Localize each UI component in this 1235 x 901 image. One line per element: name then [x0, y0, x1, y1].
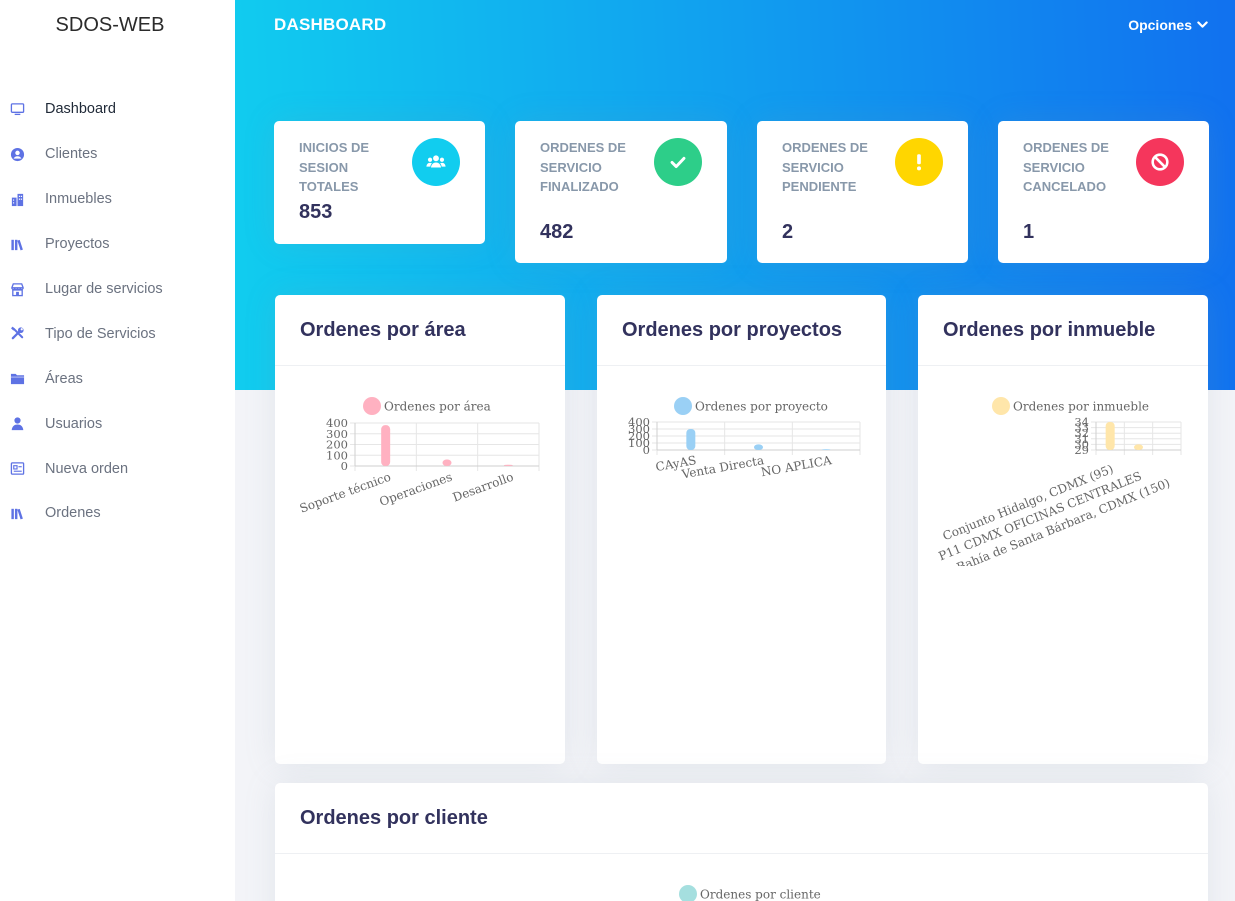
sidebar-nav: Dashboard Clientes Inmuebles Proyectos L…	[0, 87, 235, 536]
tools-icon	[9, 326, 25, 342]
stat-card-pendiente: ORDENES DE SERVICIO PENDIENTE 2	[757, 121, 968, 263]
sidebar-item-label: Tipo de Servicios	[45, 325, 156, 342]
card-header: Ordenes por área	[275, 295, 565, 366]
folder-icon	[9, 371, 25, 387]
x-tick-label: P11 CDMX OFICINAS CENTRALES	[936, 469, 1143, 564]
bar[interactable]	[503, 464, 513, 466]
legend-swatch[interactable]	[992, 397, 1010, 415]
stat-card-finalizado: ORDENES DE SERVICIO FINALIZADO 482	[515, 121, 727, 263]
card-title: Ordenes por proyectos	[622, 318, 843, 341]
card-ordenes-por-cliente: Ordenes por cliente Ordenes por cliente	[275, 783, 1208, 901]
books-icon	[9, 236, 25, 252]
y-tick-label: 400	[326, 416, 348, 430]
sidebar-item-label: Inmuebles	[45, 191, 112, 208]
card-header: Ordenes por proyectos	[597, 295, 886, 366]
bar[interactable]	[1134, 444, 1143, 450]
sidebar-item-tipo-de-servicios[interactable]: Tipo de Servicios	[0, 311, 235, 356]
bar[interactable]	[686, 429, 696, 450]
sidebar-item-clientes[interactable]: Clientes	[0, 132, 235, 177]
check-icon	[654, 138, 702, 186]
card-ordenes-por-inmueble: Ordenes por inmueble Ordenes por inmuebl…	[918, 295, 1208, 764]
chart-cliente: Ordenes por cliente	[679, 885, 821, 901]
sidebar-item-label: Áreas	[45, 370, 83, 387]
brand-logo[interactable]: SDOS-WEB	[0, 14, 220, 37]
users-icon	[412, 138, 460, 186]
legend-swatch[interactable]	[363, 397, 381, 415]
stat-card-cancelado: ORDENES DE SERVICIO CANCELADO 1	[998, 121, 1209, 263]
bar[interactable]	[754, 444, 763, 450]
sidebar-item-usuarios[interactable]: Usuarios	[0, 401, 235, 446]
card-title: Ordenes por inmueble	[943, 318, 1156, 341]
page-title: DASHBOARD	[274, 15, 387, 34]
sidebar-item-proyectos[interactable]: Proyectos	[0, 222, 235, 267]
stat-value: 1	[1023, 221, 1035, 243]
store-icon	[9, 281, 25, 297]
user-icon	[9, 416, 25, 432]
legend-label[interactable]: Ordenes por inmueble	[1013, 400, 1149, 414]
stat-label: ORDENES DE SERVICIO CANCELADO	[1023, 140, 1109, 195]
sidebar-item-label: Nueva orden	[45, 460, 129, 477]
legend-label[interactable]: Ordenes por proyecto	[695, 400, 828, 414]
bar[interactable]	[821, 449, 831, 450]
legend-swatch[interactable]	[679, 885, 697, 901]
sidebar-item-ordenes[interactable]: Ordenes	[0, 491, 235, 536]
y-tick-label: 34	[1074, 415, 1089, 429]
sidebar-item-nueva-orden[interactable]: Nueva orden	[0, 446, 235, 491]
chart-area: Ordenes por área0100200300400Soporte téc…	[298, 397, 540, 516]
card-ordenes-por-proyectos: Ordenes por proyectos Ordenes por proyec…	[597, 295, 886, 764]
chart-inmueble: Ordenes por inmueble293031323334Conjunto…	[936, 397, 1182, 566]
sidebar-item-label: Ordenes	[45, 505, 101, 522]
stat-value: 2	[782, 221, 794, 243]
options-label: Opciones	[1128, 17, 1192, 33]
y-tick-label: 400	[628, 415, 650, 429]
card-ordenes-por-area: Ordenes por área Ordenes por área 0 100 200…	[275, 295, 565, 764]
x-tick-label: NO APLICA	[760, 453, 833, 479]
legend-label[interactable]: Ordenes por cliente	[700, 888, 821, 901]
bar[interactable]	[442, 459, 452, 466]
sidebar-item-label: Proyectos	[45, 236, 110, 253]
card-title: Ordenes por área	[300, 318, 466, 341]
legend-label[interactable]: Ordenes por área	[384, 400, 491, 414]
sidebar-item-label: Usuarios	[45, 415, 103, 432]
stat-label: ORDENES DE SERVICIO FINALIZADO	[540, 140, 626, 195]
sidebar-item-areas[interactable]: Áreas	[0, 356, 235, 401]
monitor-icon	[9, 101, 25, 117]
stat-label: INICIOS DE SESION TOTALES	[299, 140, 370, 195]
stat-card-inicios: INICIOS DE SESION TOTALES 853	[274, 121, 485, 244]
exclamation-icon	[895, 138, 943, 186]
card-header: Ordenes por inmueble	[918, 295, 1208, 366]
stat-value: 853	[299, 201, 333, 223]
bar[interactable]	[1105, 422, 1115, 450]
sidebar-item-label: Lugar de servicios	[45, 281, 163, 297]
ban-icon	[1136, 138, 1184, 186]
stat-value: 482	[540, 221, 574, 243]
sidebar-item-dashboard[interactable]: Dashboard	[0, 87, 235, 132]
books-icon	[9, 505, 25, 521]
document-icon	[9, 461, 25, 477]
chart-proyectos: Ordenes por proyecto0100200300400CAyASVe…	[628, 397, 861, 482]
card-header: Ordenes por cliente	[275, 783, 1208, 854]
card-title: Ordenes por cliente	[300, 806, 488, 829]
sidebar-item-label: Clientes	[45, 146, 98, 163]
user-circle-icon	[9, 146, 25, 162]
x-tick-label: Soporte técnico	[298, 470, 393, 516]
sidebar-item-label: Dashboard	[45, 101, 116, 118]
options-dropdown[interactable]: Opciones	[1128, 17, 1208, 33]
chevron-down-icon	[1197, 17, 1208, 33]
legend-swatch[interactable]	[674, 397, 692, 415]
stat-label: ORDENES DE SERVICIO PENDIENTE	[782, 140, 868, 195]
x-tick-label: Desarrollo	[451, 470, 516, 505]
sidebar-item-inmuebles[interactable]: Inmuebles	[0, 177, 235, 222]
sidebar: SDOS-WEB Dashboard Clientes Inmuebles Pr…	[0, 0, 235, 901]
bar[interactable]	[381, 425, 391, 466]
building-icon	[9, 191, 25, 207]
sidebar-item-lugar-de-servicios[interactable]: Lugar de servicios	[0, 267, 235, 312]
